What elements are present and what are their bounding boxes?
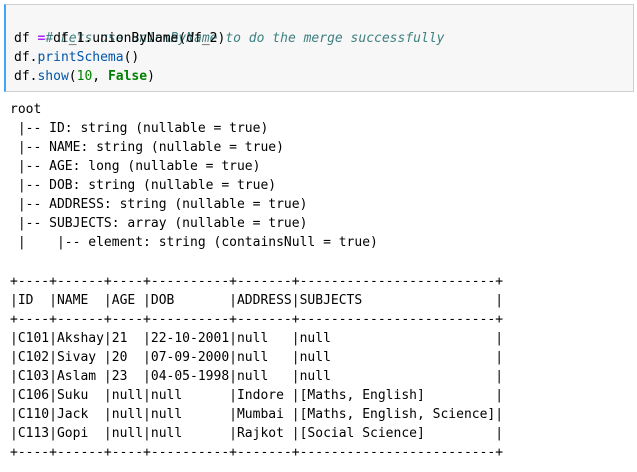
table-border-line: +----+------+----+----------+-------+---… [10, 445, 504, 460]
code-close-paren: ) [147, 69, 155, 84]
table-border-line: +----+------+----+----------+-------+---… [10, 274, 504, 289]
schema-line: |-- AGE: long (nullable = true) [10, 159, 261, 174]
code-rhs: df_1.unionByName(df_2) [45, 31, 226, 46]
table-header-row: |ID |NAME |AGE |DOB |ADDRESS|SUBJECTS | [10, 293, 504, 308]
schema-line: |-- ID: string (nullable = true) [10, 121, 269, 136]
table-row: |C102|Sivay |20 |07-09-2000|null |null | [10, 350, 504, 365]
code-cell-input[interactable]: # Lets use unionByName to do the merge s… [4, 4, 634, 92]
code-number-arg: 10 [76, 69, 93, 84]
code-line-union: df = df_1.unionByName(df_2) [14, 29, 225, 48]
table-row: |C110|Jack |null|null |Mumbai |[Maths, E… [10, 407, 504, 422]
code-obj: df. [14, 69, 38, 84]
code-method-printschema: printSchema [37, 50, 124, 65]
schema-line: |-- NAME: string (nullable = true) [10, 140, 284, 155]
code-method-show: show [37, 69, 69, 84]
table-row: |C101|Akshay|21 |22-10-2001|null |null | [10, 331, 504, 346]
code-line-show: df.show(10, False) [14, 67, 155, 86]
code-lhs: df [14, 31, 38, 46]
code-separator: , [92, 69, 108, 84]
code-parens: () [123, 50, 140, 65]
code-open-paren: ( [68, 69, 77, 84]
code-keyword-false: False [107, 69, 148, 84]
table-border-line: +----+------+----+----------+-------+---… [10, 312, 504, 327]
code-cell-output: root |-- ID: string (nullable = true) |-… [6, 98, 630, 470]
code-comment-line: # Lets use unionByName to do the merge s… [14, 10, 444, 46]
code-obj: df. [14, 50, 38, 65]
table-row: |C113|Gopi |null|null |Rajkot |[Social S… [10, 426, 504, 441]
schema-line: | |-- element: string (containsNull = tr… [10, 235, 378, 250]
code-line-printschema: df.printSchema() [14, 48, 139, 67]
schema-line: |-- ADDRESS: string (nullable = true) [10, 197, 308, 212]
table-row: |C103|Aslam |23 |04-05-1998|null |null | [10, 369, 504, 384]
schema-line: |-- DOB: string (nullable = true) [10, 178, 277, 193]
table-row: |C106|Suku |null|null |Indore |[Maths, E… [10, 388, 504, 403]
schema-line: root [10, 102, 42, 117]
schema-line: |-- SUBJECTS: array (nullable = true) [10, 216, 308, 231]
